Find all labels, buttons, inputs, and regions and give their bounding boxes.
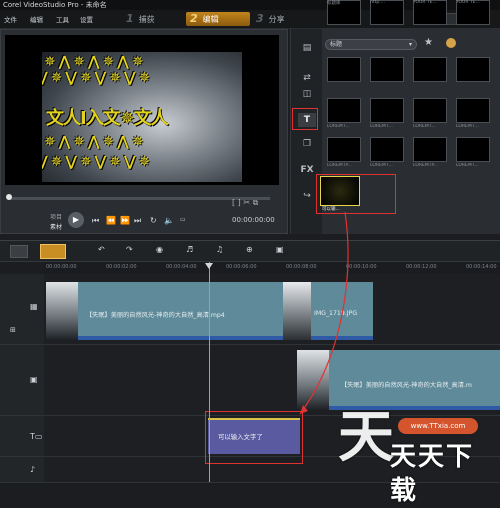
playhead-line[interactable] [209,262,210,482]
playhead-handle[interactable] [205,263,213,269]
watermark-url: www.TTxia.com [398,418,478,434]
drag-arrow [299,211,349,415]
watermark-text: 天天下载 [390,442,475,506]
watermark-logo-char: 天 [338,405,394,470]
